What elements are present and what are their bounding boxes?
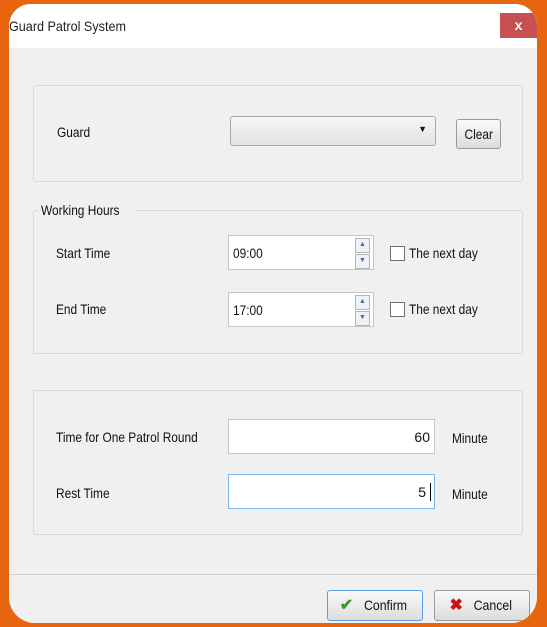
spin-up-icon[interactable]: ▲	[355, 295, 370, 310]
patrol-round-input[interactable]: 60	[228, 419, 435, 454]
patrol-round-label: Time for One Patrol Round	[56, 429, 198, 445]
rest-time-label: Rest Time	[56, 485, 110, 501]
window-title: Guard Patrol System	[9, 18, 126, 34]
end-time-label: End Time	[56, 301, 107, 317]
dialog-window: Guard Patrol System x Guard ▼ Clear Work…	[9, 4, 537, 623]
end-next-day-checkbox[interactable]	[390, 302, 405, 317]
spin-up-icon[interactable]: ▲	[355, 238, 370, 253]
start-time-input[interactable]: 09:00 ▲ ▼	[228, 235, 374, 270]
start-time-value: 09:00	[233, 245, 263, 261]
rest-time-unit: Minute	[452, 486, 488, 502]
confirm-button[interactable]: ✔ Confirm	[327, 590, 423, 621]
spin-down-icon[interactable]: ▼	[355, 311, 370, 326]
end-time-value: 17:00	[233, 302, 263, 318]
rest-time-input[interactable]: 5	[228, 474, 435, 509]
end-next-day-label: The next day	[409, 301, 478, 317]
close-button[interactable]: x	[500, 13, 537, 38]
clear-button[interactable]: Clear	[456, 119, 501, 149]
start-time-spinner[interactable]: ▲ ▼	[355, 238, 370, 269]
start-time-label: Start Time	[56, 245, 111, 261]
close-icon: x	[514, 17, 523, 33]
end-time-input[interactable]: 17:00 ▲ ▼	[228, 292, 374, 327]
cancel-button[interactable]: ✖ Cancel	[434, 590, 530, 621]
guard-select[interactable]: ▼	[230, 116, 436, 146]
patrol-round-value: 60	[414, 429, 430, 445]
patrol-settings-group	[33, 390, 523, 535]
working-hours-group	[33, 210, 523, 354]
checkmark-icon: ✔	[339, 597, 354, 614]
dropdown-arrow-icon: ▼	[418, 124, 427, 134]
patrol-round-unit: Minute	[452, 430, 488, 446]
start-next-day-checkbox[interactable]	[390, 246, 405, 261]
cancel-button-label: Cancel	[473, 597, 512, 613]
text-caret	[430, 483, 431, 501]
x-mark-icon: ✖	[449, 597, 463, 614]
guard-label: Guard	[57, 124, 91, 140]
start-next-day-label: The next day	[409, 245, 478, 261]
rest-time-value: 5	[418, 484, 426, 500]
clear-button-label: Clear	[464, 126, 493, 142]
end-time-spinner[interactable]: ▲ ▼	[355, 295, 370, 326]
spin-down-icon[interactable]: ▼	[355, 254, 370, 269]
title-bar[interactable]: Guard Patrol System x	[9, 4, 537, 48]
working-hours-legend: Working Hours	[38, 202, 137, 218]
confirm-button-label: Confirm	[364, 597, 408, 613]
